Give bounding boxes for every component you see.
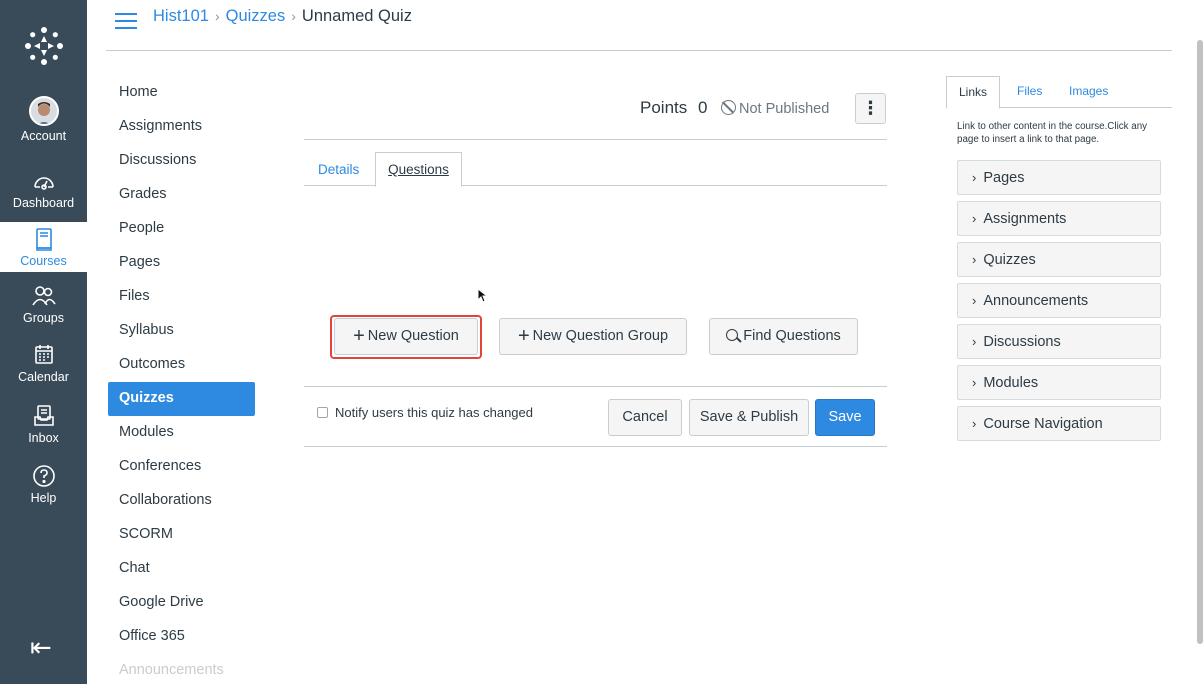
publish-status: Not Published: [721, 100, 829, 117]
link-section-quizzes[interactable]: › Quizzes: [957, 242, 1161, 277]
inbox-icon: [33, 405, 54, 426]
chevron-right-icon: ›: [972, 375, 977, 390]
new-question-group-button[interactable]: + New Question Group: [499, 318, 687, 355]
link-section-modules[interactable]: › Modules: [957, 365, 1161, 400]
chevron-right-icon: ›: [972, 334, 977, 349]
course-nav-files[interactable]: Files: [108, 280, 255, 314]
plus-icon: +: [517, 325, 530, 347]
new-question-button[interactable]: + New Question: [334, 318, 478, 355]
groups-icon: [31, 286, 56, 306]
link-section-announcements[interactable]: › Announcements: [957, 283, 1161, 318]
links-help-text: Link to other content in the course.Clic…: [957, 121, 1148, 145]
breadcrumb-course-link[interactable]: Hist101: [153, 7, 209, 25]
notify-users-label: Notify users this quiz has changed: [335, 405, 533, 420]
points-label: Points: [640, 98, 688, 117]
avatar: [28, 96, 59, 126]
chevron-right-icon: ›: [972, 252, 977, 267]
course-nav-announcements[interactable]: Announcements: [108, 654, 255, 688]
not-published-icon: [721, 100, 736, 115]
course-nav-syllabus[interactable]: Syllabus: [108, 314, 255, 348]
chevron-right-icon: ›: [972, 293, 977, 308]
global-nav: Account Dashboard Courses Groups Calenda…: [0, 0, 87, 684]
breadcrumb-separator: ›: [214, 8, 220, 24]
course-nav-discussions[interactable]: Discussions: [108, 144, 255, 178]
link-section-course-navigation[interactable]: › Course Navigation: [957, 406, 1161, 441]
dashboard-icon: [33, 177, 54, 190]
breadcrumb-separator: ›: [291, 8, 296, 24]
link-section-pages[interactable]: › Pages: [957, 160, 1161, 195]
search-icon: [726, 329, 739, 341]
link-section-discussions[interactable]: › Discussions: [957, 324, 1161, 359]
course-nav-home[interactable]: Home: [108, 76, 255, 110]
course-nav-quizzes[interactable]: Quizzes: [108, 382, 255, 416]
tab-images[interactable]: Images: [1069, 76, 1108, 108]
tab-questions[interactable]: Questions: [375, 152, 462, 187]
find-questions-button[interactable]: Find Questions: [709, 318, 858, 355]
course-nav-assignments[interactable]: Assignments: [108, 110, 255, 144]
course-nav-grades[interactable]: Grades: [108, 178, 255, 212]
notify-users-option[interactable]: Notify users this quiz has changed: [317, 405, 533, 420]
mouse-cursor-icon: [477, 288, 488, 303]
new-question-group-label: New Question Group: [532, 328, 669, 344]
find-questions-label: Find Questions: [743, 328, 841, 344]
breadcrumb-current-page: Unnamed Quiz: [301, 7, 412, 25]
points-value: 0: [697, 98, 708, 117]
save-and-publish-button[interactable]: Save & Publish: [689, 399, 809, 436]
course-nav-google-drive[interactable]: Google Drive: [108, 586, 255, 620]
publish-status-label: Not Published: [739, 101, 830, 117]
quiz-header-divider: [304, 139, 887, 140]
canvas-logo-icon[interactable]: [22, 24, 66, 68]
breadcrumb: Hist101 › Quizzes › Unnamed Quiz: [153, 7, 412, 26]
help-icon: [32, 465, 55, 487]
course-nav-collaborations[interactable]: Collaborations: [108, 484, 255, 518]
hamburger-menu-icon[interactable]: [115, 13, 137, 29]
content-tabs: Links Files Images: [946, 76, 1172, 109]
breadcrumb-quizzes-link[interactable]: Quizzes: [226, 7, 286, 25]
course-nav-office-365[interactable]: Office 365: [108, 620, 255, 654]
chevron-right-icon: ›: [972, 416, 977, 431]
nav-account[interactable]: Account: [0, 96, 87, 143]
course-nav-modules[interactable]: Modules: [108, 416, 255, 450]
course-nav-people[interactable]: People: [108, 212, 255, 246]
nav-dashboard[interactable]: Dashboard: [0, 168, 87, 210]
tab-files[interactable]: Files: [1017, 76, 1042, 108]
actions-divider: [304, 386, 887, 387]
course-nav-outcomes[interactable]: Outcomes: [108, 348, 255, 382]
save-button[interactable]: Save: [815, 399, 875, 436]
notify-users-checkbox[interactable]: [317, 407, 328, 418]
course-nav: Home Assignments Discussions Grades Peop…: [108, 76, 255, 688]
nav-courses[interactable]: Courses: [0, 222, 87, 272]
links-list: › Pages › Assignments › Quizzes › Announceme…: [957, 160, 1161, 447]
quiz-options-menu-button[interactable]: ⋮: [855, 93, 886, 124]
course-nav-chat[interactable]: Chat: [108, 552, 255, 586]
courses-icon: [35, 228, 52, 251]
nav-help[interactable]: Help: [0, 463, 87, 505]
plus-icon: +: [353, 325, 365, 347]
header-divider: [106, 50, 1172, 51]
chevron-right-icon: ›: [972, 211, 977, 226]
collapse-nav-icon[interactable]: ⇤: [30, 634, 52, 660]
tab-details[interactable]: Details: [318, 162, 359, 177]
course-nav-pages[interactable]: Pages: [108, 246, 255, 280]
nav-calendar[interactable]: Calendar: [0, 342, 87, 384]
tab-links[interactable]: Links: [946, 76, 1001, 109]
course-nav-conferences[interactable]: Conferences: [108, 450, 255, 484]
nav-groups[interactable]: Groups: [0, 283, 87, 325]
link-section-assignments[interactable]: › Assignments: [957, 201, 1161, 236]
chevron-right-icon: ›: [972, 170, 977, 185]
calendar-icon: [34, 345, 53, 364]
page-scrollbar[interactable]: [1197, 40, 1203, 644]
points-display: Points 0: [640, 98, 707, 118]
nav-inbox[interactable]: Inbox: [0, 403, 87, 445]
course-nav-scorm[interactable]: SCORM: [108, 518, 255, 552]
footer-divider: [304, 446, 887, 447]
new-question-label: New Question: [367, 328, 459, 344]
cancel-button[interactable]: Cancel: [608, 399, 682, 436]
